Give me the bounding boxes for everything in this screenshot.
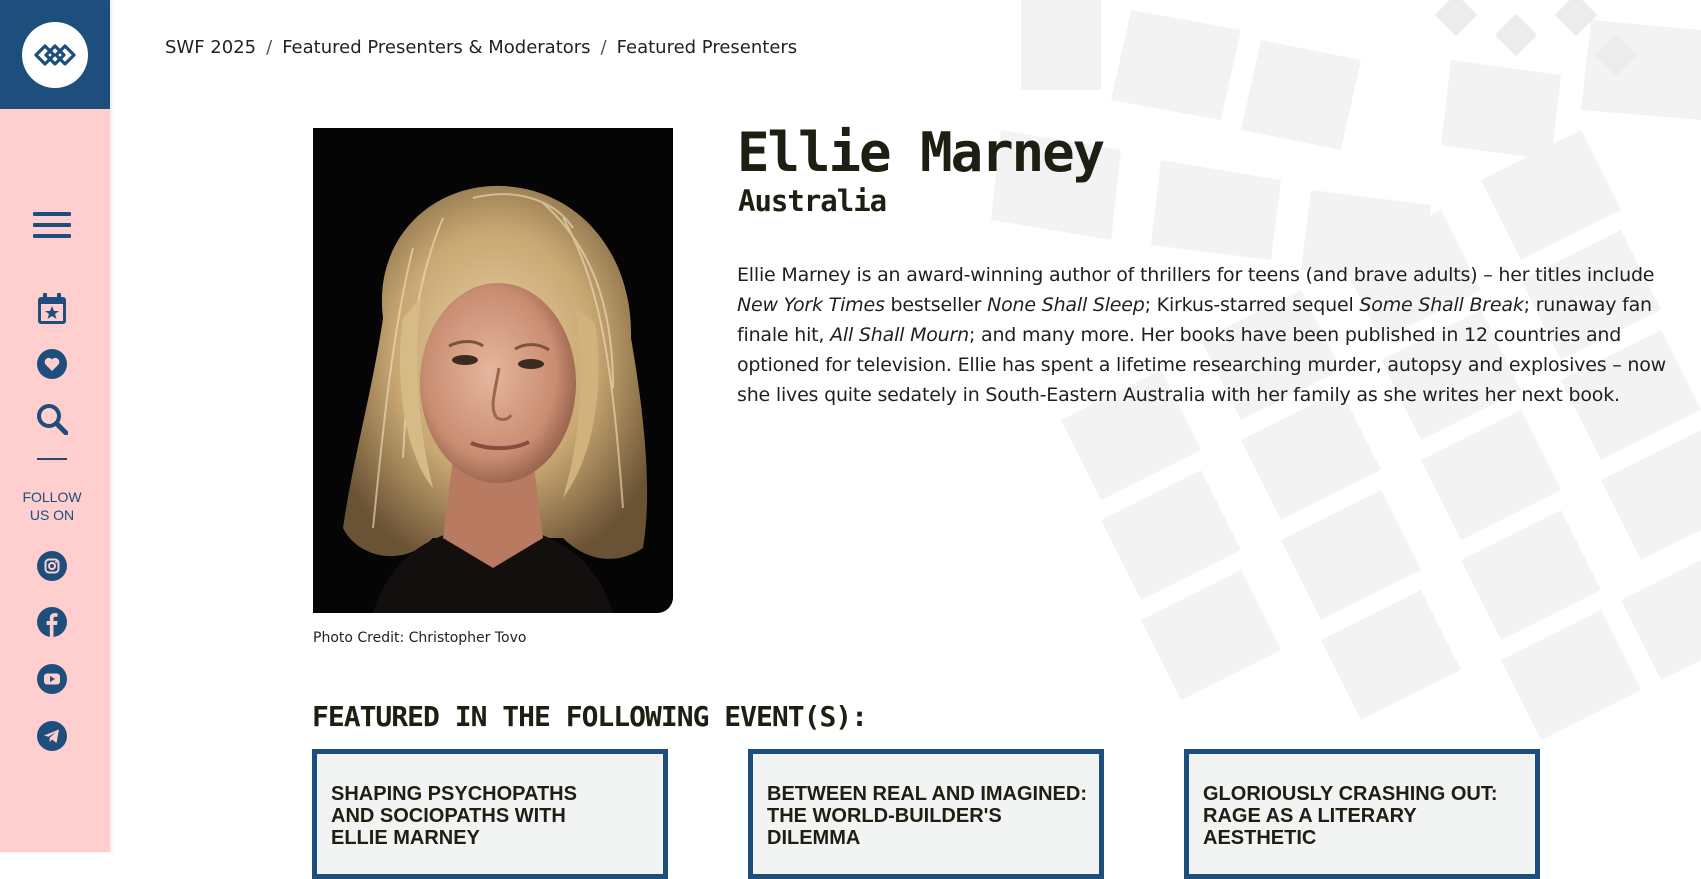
bio-text: ; Kirkus-starred sequel — [1144, 294, 1360, 316]
breadcrumb: SWF 2025 / Featured Presenters & Moderator… — [165, 37, 797, 58]
heart-icon[interactable] — [0, 349, 104, 379]
bio-title-emphasis: All Shall Mourn — [830, 324, 969, 346]
photo-credit: Photo Credit: Christopher Tovo — [313, 630, 527, 646]
swf-logo-icon — [22, 21, 88, 88]
presenter-bio: Ellie Marney is an award-winning author … — [737, 260, 1689, 410]
presenter-name: Ellie Marney — [737, 121, 1105, 184]
follow-us-label: FOLLOW US ON — [22, 489, 82, 523]
bio-text: bestseller — [884, 294, 988, 316]
breadcrumb-separator: / — [600, 37, 607, 58]
bio-title-emphasis: New York Times — [737, 294, 885, 316]
event-card[interactable]: GLORIOUSLY CRASHING OUT: RAGE AS A LITER… — [1184, 749, 1540, 879]
event-card[interactable]: SHAPING PSYCHOPATHS AND SOCIOPATHS WITH … — [312, 749, 668, 879]
instagram-icon[interactable] — [0, 551, 104, 581]
telegram-icon[interactable] — [0, 721, 104, 751]
sidebar-divider — [37, 458, 67, 460]
presenter-photo — [313, 128, 673, 613]
event-card-title: BETWEEN REAL AND IMAGINED: THE WORLD-BUI… — [767, 783, 1087, 849]
breadcrumb-item-current: Featured Presenters — [616, 37, 798, 58]
event-card-title: SHAPING PSYCHOPATHS AND SOCIOPATHS WITH … — [331, 783, 577, 849]
presenter-country: Australia — [738, 184, 887, 218]
events-heading: FEATURED IN THE FOLLOWING EVENT(S): — [312, 700, 868, 733]
event-card-title: GLORIOUSLY CRASHING OUT: RAGE AS A LITER… — [1203, 783, 1498, 849]
breadcrumb-item-presenters-moderators[interactable]: Featured Presenters & Moderators — [282, 37, 590, 58]
breadcrumb-item-swf-2025[interactable]: SWF 2025 — [165, 37, 256, 58]
bio-title-emphasis: None Shall Sleep — [987, 294, 1145, 316]
calendar-star-icon[interactable] — [0, 293, 104, 325]
search-icon[interactable] — [0, 403, 104, 435]
hamburger-menu-icon[interactable] — [0, 210, 104, 240]
event-card[interactable]: BETWEEN REAL AND IMAGINED: THE WORLD-BUI… — [748, 749, 1104, 879]
youtube-icon[interactable] — [0, 664, 104, 694]
logo-link[interactable] — [0, 0, 110, 109]
sidebar: FOLLOW US ON — [0, 0, 110, 852]
bio-title-emphasis: Some Shall Break — [1359, 294, 1524, 316]
facebook-icon[interactable] — [0, 607, 104, 637]
bio-text: Ellie Marney is an award-winning author … — [737, 264, 1655, 286]
breadcrumb-separator: / — [266, 37, 273, 58]
